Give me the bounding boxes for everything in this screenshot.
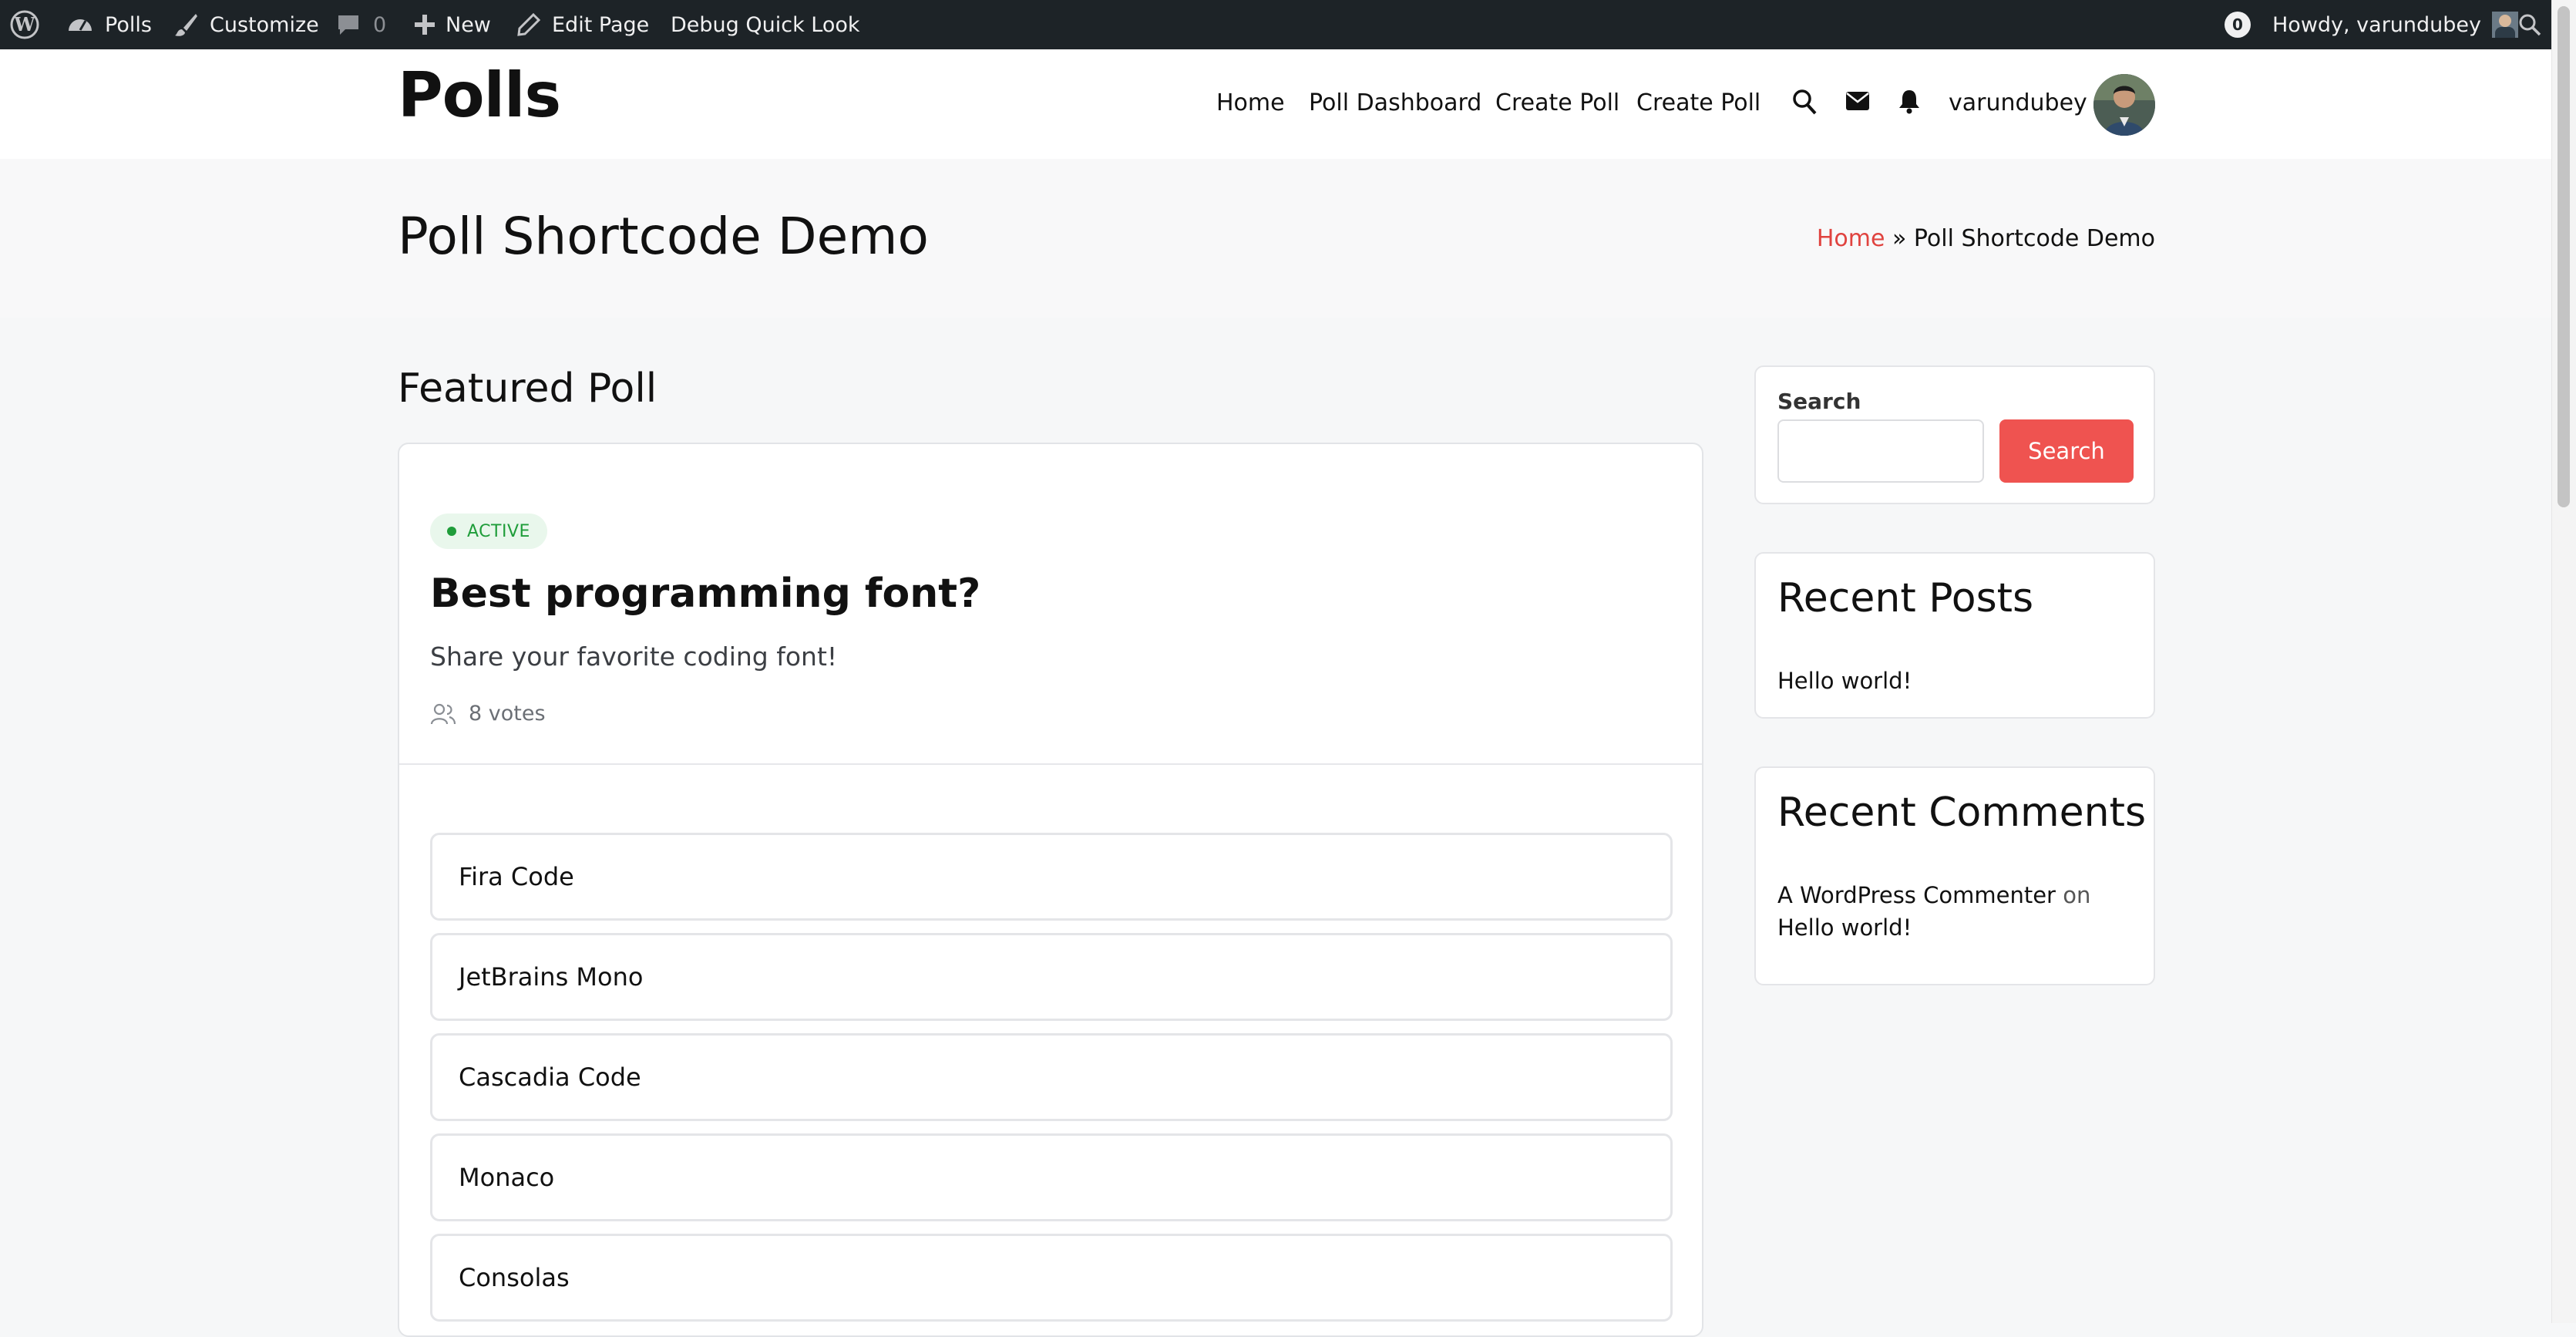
nav-create-poll[interactable]: Create Poll bbox=[1495, 89, 1619, 116]
admin-bar-account[interactable]: Howdy, varundubey bbox=[2272, 0, 2519, 49]
breadcrumb-separator: » bbox=[1892, 225, 1907, 252]
poll-option[interactable]: JetBrains Mono bbox=[430, 933, 1673, 1021]
search-widget: Search Search bbox=[1754, 365, 2155, 504]
notification-badge[interactable]: 0 bbox=[2225, 0, 2251, 49]
poll-option[interactable]: Cascadia Code bbox=[430, 1033, 1673, 1121]
envelope-icon[interactable] bbox=[1845, 91, 1870, 114]
poll-option[interactable]: Consolas bbox=[430, 1234, 1673, 1322]
admin-bar-site-name: Polls bbox=[105, 12, 152, 37]
admin-bar-edit-page[interactable]: Edit Page bbox=[516, 0, 649, 49]
notification-count: 0 bbox=[2225, 12, 2251, 38]
scrollbar-thumb[interactable] bbox=[2558, 6, 2570, 507]
plus-icon bbox=[415, 15, 435, 35]
admin-bar-edit-page-label: Edit Page bbox=[552, 12, 650, 37]
comment-author-link[interactable]: A WordPress Commenter bbox=[1777, 882, 2056, 908]
avatar[interactable] bbox=[2093, 74, 2155, 136]
page-title: Poll Shortcode Demo bbox=[398, 207, 929, 266]
comment-on-text: on bbox=[2063, 882, 2091, 908]
bell-icon[interactable] bbox=[1898, 88, 1921, 117]
admin-bar: W Polls Customize 0 New Edit Page Debug … bbox=[0, 0, 2576, 49]
recent-posts-widget: Recent Posts Hello world! bbox=[1754, 552, 2155, 719]
poll-votes: 8 votes bbox=[430, 702, 546, 726]
recent-comments-widget: Recent Comments A WordPress Commenter on… bbox=[1754, 766, 2155, 985]
users-icon bbox=[430, 703, 456, 724]
recent-comments-title: Recent Comments bbox=[1777, 790, 2147, 836]
poll-header: ACTIVE Best programming font? Share your… bbox=[399, 444, 1702, 765]
poll-votes-count: 8 votes bbox=[469, 702, 546, 726]
comment-post-link[interactable]: Hello world! bbox=[1777, 914, 1912, 941]
admin-bar-customize-label: Customize bbox=[210, 12, 319, 37]
site-header: Polls Home Poll Dashboard Create Poll Cr… bbox=[0, 49, 2551, 159]
search-button[interactable]: Search bbox=[1999, 419, 2134, 483]
site-title[interactable]: Polls bbox=[398, 65, 561, 126]
status-badge: ACTIVE bbox=[430, 514, 547, 549]
wordpress-logo-icon[interactable]: W bbox=[9, 0, 40, 49]
nav-create-poll-2[interactable]: Create Poll bbox=[1636, 89, 1760, 116]
breadcrumb: Home » Poll Shortcode Demo bbox=[1817, 225, 2155, 252]
recent-post-link[interactable]: Hello world! bbox=[1777, 665, 1912, 697]
poll-card: ACTIVE Best programming font? Share your… bbox=[398, 443, 1703, 1337]
brush-icon bbox=[175, 14, 197, 36]
admin-bar-new[interactable]: New bbox=[413, 0, 491, 49]
dashboard-icon bbox=[69, 19, 92, 31]
admin-bar-search-icon[interactable] bbox=[2517, 0, 2542, 49]
breadcrumb-current: Poll Shortcode Demo bbox=[1913, 225, 2155, 252]
comment-bubble-icon bbox=[338, 15, 358, 35]
admin-bar-site-link[interactable]: Polls bbox=[66, 0, 152, 49]
search-label: Search bbox=[1777, 389, 1861, 414]
header-username[interactable]: varundubey bbox=[1949, 89, 2087, 116]
admin-bar-howdy: Howdy, varundubey bbox=[2272, 12, 2482, 37]
admin-bar-comments[interactable]: 0 bbox=[336, 0, 386, 49]
status-badge-label: ACTIVE bbox=[467, 521, 530, 541]
admin-bar-new-label: New bbox=[446, 12, 491, 37]
nav-home[interactable]: Home bbox=[1216, 89, 1285, 116]
breadcrumb-home-link[interactable]: Home bbox=[1817, 225, 1885, 252]
nav-poll-dashboard[interactable]: Poll Dashboard bbox=[1309, 89, 1481, 116]
poll-question: Best programming font? bbox=[430, 571, 981, 617]
search-icon[interactable] bbox=[1791, 88, 1818, 119]
admin-bar-avatar bbox=[2492, 12, 2519, 38]
recent-comment: A WordPress Commenter on Hello world! bbox=[1777, 879, 2140, 944]
poll-option[interactable]: Monaco bbox=[430, 1133, 1673, 1221]
recent-posts-title: Recent Posts bbox=[1777, 575, 2034, 621]
admin-bar-comments-count: 0 bbox=[373, 12, 387, 37]
pencil-icon bbox=[517, 12, 541, 36]
svg-text:W: W bbox=[14, 13, 36, 35]
poll-description: Share your favorite coding font! bbox=[430, 642, 838, 672]
poll-option[interactable]: Fira Code bbox=[430, 833, 1673, 921]
admin-bar-customize[interactable]: Customize bbox=[173, 0, 319, 49]
admin-bar-debug[interactable]: Debug Quick Look bbox=[671, 0, 860, 49]
search-input[interactable] bbox=[1777, 419, 1984, 483]
status-dot-icon bbox=[447, 527, 456, 536]
featured-poll-heading: Featured Poll bbox=[398, 365, 657, 412]
page-title-band: Poll Shortcode Demo Home » Poll Shortcod… bbox=[0, 159, 2551, 318]
